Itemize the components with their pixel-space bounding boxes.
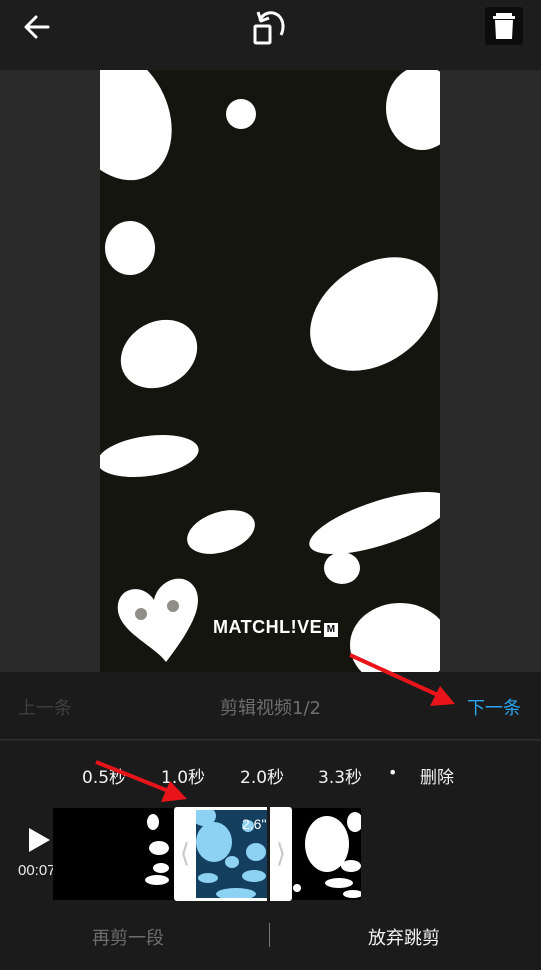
clip-navigation: 上一条 剪辑视频1/2 下一条 <box>0 672 541 740</box>
bottom-actions: 再剪一段 放弃跳剪 <box>0 907 541 970</box>
video-preview[interactable]: MATCHL!VE M <box>100 70 440 672</box>
back-arrow-icon[interactable] <box>18 8 56 46</box>
selected-segment-frame: 2.6" <box>196 810 270 898</box>
timeline: 00:07 ⟨ 2.6" ⟩ <box>0 807 541 907</box>
duration-option-2-0s[interactable]: 2.0秒 <box>240 763 284 788</box>
trim-handle-left-icon[interactable]: ⟨ <box>174 807 196 901</box>
clip-title: 剪辑视频1/2 <box>220 698 321 719</box>
video-stage: MATCHL!VE M <box>0 70 541 672</box>
rotate-icon[interactable] <box>248 4 290 48</box>
video-frame-artwork <box>100 70 440 672</box>
duration-option-3-3s[interactable]: 3.3秒 <box>318 763 362 788</box>
duration-option-0-5s[interactable]: 0.5秒 <box>82 763 126 788</box>
trim-handle-right-icon[interactable]: ⟩ <box>270 807 292 901</box>
watermark-badge: M <box>324 623 339 637</box>
top-bar <box>0 0 541 70</box>
current-time: 00:07 <box>18 862 56 879</box>
matchlive-watermark: MATCHL!VE M <box>213 617 339 638</box>
cut-another-segment-button[interactable]: 再剪一段 <box>92 924 164 950</box>
play-icon[interactable] <box>27 827 51 853</box>
abandon-jump-cut-button[interactable]: 放弃跳剪 <box>368 924 440 950</box>
trash-icon[interactable] <box>485 7 523 45</box>
separator-dot: • <box>388 763 398 782</box>
delete-clip-button[interactable]: 删除 <box>420 763 454 788</box>
divider <box>269 923 270 947</box>
next-clip-button[interactable]: 下一条 <box>467 694 521 720</box>
duration-options: 0.5秒 1.0秒 2.0秒 3.3秒 • 删除 <box>0 741 541 807</box>
segment-length-label: 2.6" <box>242 816 267 832</box>
duration-option-1-0s[interactable]: 1.0秒 <box>161 763 205 788</box>
selected-segment[interactable]: ⟨ 2.6" ⟩ <box>174 807 292 901</box>
